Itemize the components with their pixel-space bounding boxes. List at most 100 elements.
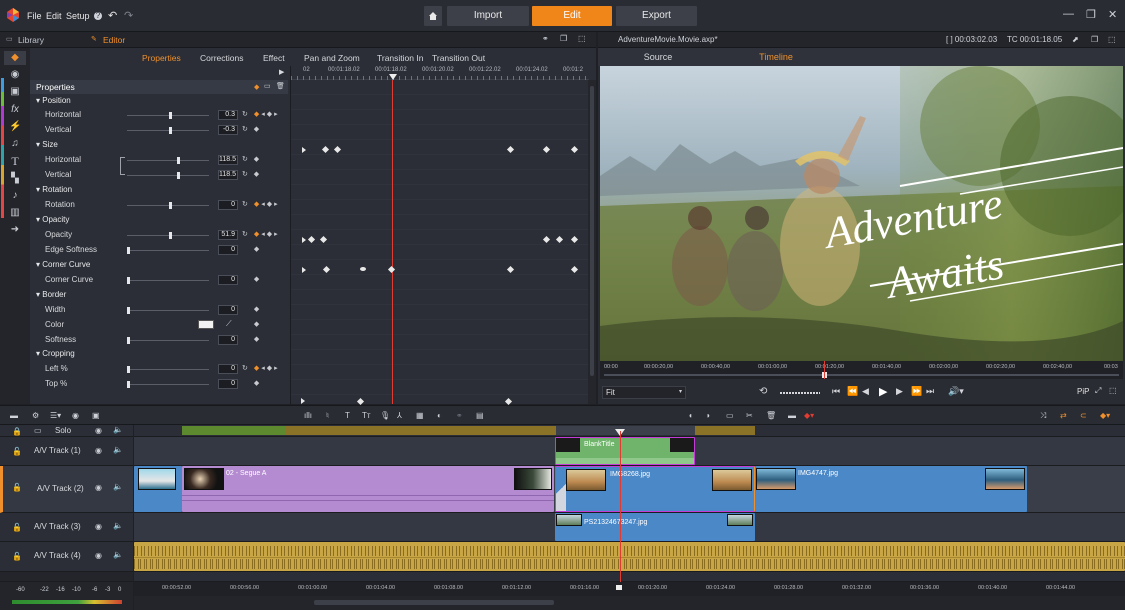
- solo-lane[interactable]: [134, 425, 1125, 437]
- step-forward-icon[interactable]: ▶: [896, 386, 903, 397]
- eyedropper-icon[interactable]: ⟋: [226, 319, 232, 329]
- keyframe-controls[interactable]: ↻ ◆: [242, 155, 261, 163]
- horizontal-slider[interactable]: [127, 112, 209, 119]
- visibility-icon[interactable]: ◉: [95, 483, 102, 492]
- title-icon[interactable]: T: [9, 155, 21, 167]
- add-keyframe-icon[interactable]: ◆: [254, 83, 259, 91]
- vertical-input[interactable]: -0.3: [218, 125, 238, 135]
- edit-button[interactable]: Edit: [532, 6, 612, 26]
- horizontal-input[interactable]: 0.3: [218, 110, 238, 120]
- marker-menu-icon[interactable]: ◆▾: [804, 411, 814, 420]
- marker-out-icon[interactable]: ◗: [706, 411, 711, 420]
- close-icon[interactable]: ✕: [1108, 8, 1117, 21]
- marker-in-icon[interactable]: ◖: [688, 411, 693, 420]
- width-input[interactable]: 0: [218, 305, 238, 315]
- vertical-slider[interactable]: [127, 127, 209, 134]
- clip-audio[interactable]: [134, 542, 1125, 571]
- motion-icon[interactable]: ➜: [9, 224, 21, 236]
- visibility-icon[interactable]: ◉: [95, 426, 102, 435]
- tl-ruler-handle[interactable]: [616, 585, 622, 590]
- clip-segue-a[interactable]: 02 - Segue A: [182, 466, 554, 512]
- speaker-icon[interactable]: 🔈: [113, 425, 123, 434]
- step-back-icon[interactable]: ◀: [862, 386, 869, 397]
- export-button[interactable]: Export: [616, 6, 697, 26]
- go-start-icon[interactable]: ⏮: [832, 386, 840, 397]
- visibility-icon[interactable]: ◉: [95, 446, 102, 455]
- export-frame-icon[interactable]: ⬈: [1072, 35, 1079, 44]
- keyframe-controls[interactable]: ↻ ◆◂◆▸: [242, 200, 280, 208]
- snap-icon[interactable]: ⤨: [1040, 411, 1046, 421]
- pip-button[interactable]: PiP: [1077, 387, 1089, 396]
- visibility-icon[interactable]: ◉: [95, 551, 102, 560]
- corner-curve-input[interactable]: 0: [218, 275, 238, 285]
- monitor-icon[interactable]: ▭: [34, 426, 42, 435]
- section-border[interactable]: ▾ Border: [30, 288, 288, 303]
- tab-effect[interactable]: Effect: [263, 53, 285, 63]
- keyframe-controls[interactable]: ◆: [242, 379, 261, 387]
- settings-icon[interactable]: ⚙: [32, 411, 39, 420]
- media-icon[interactable]: ◆: [9, 52, 21, 64]
- visibility-icon[interactable]: ◉: [95, 522, 102, 531]
- top-input[interactable]: 0: [218, 379, 238, 389]
- rotation-slider[interactable]: [127, 202, 209, 209]
- timeline-scrollbar[interactable]: [134, 596, 1125, 610]
- lock-icon[interactable]: 🔓: [12, 552, 22, 561]
- voiceover-icon[interactable]: ♮: [326, 411, 329, 420]
- tab-timeline[interactable]: Timeline: [716, 48, 836, 66]
- expand-right-icon[interactable]: ▶: [279, 68, 284, 76]
- delete-icon[interactable]: 🗑: [766, 411, 776, 420]
- speaker-icon[interactable]: 🔈: [113, 521, 123, 530]
- transition-icon[interactable]: ⚡: [9, 121, 21, 133]
- go-end-icon[interactable]: ⏭: [926, 386, 934, 397]
- panel-maximize-icon[interactable]: ⬚: [578, 34, 586, 43]
- range-marker-selected[interactable]: [556, 426, 696, 435]
- film-icon[interactable]: ▬: [788, 411, 796, 420]
- prev-frame-icon[interactable]: ⏪: [847, 386, 858, 397]
- opacity-slider[interactable]: [127, 232, 209, 239]
- section-corner-curve[interactable]: ▾ Corner Curve: [30, 258, 288, 273]
- video-preview[interactable]: Adventure Awaits: [600, 66, 1123, 361]
- safe-area-icon[interactable]: ⬚: [1109, 386, 1117, 395]
- play-icon[interactable]: ▶: [879, 385, 887, 398]
- tab-transition-in[interactable]: Transition In: [377, 53, 423, 63]
- multicam-icon[interactable]: ▦: [416, 411, 424, 420]
- import-button[interactable]: Import: [447, 6, 529, 26]
- panel-restore-icon[interactable]: ❐: [560, 34, 567, 43]
- speaker-icon[interactable]: 🔈: [113, 482, 123, 491]
- lock-icon[interactable]: 🔒: [12, 427, 22, 436]
- range-marker-green[interactable]: [182, 426, 286, 435]
- undo-icon[interactable]: ↶: [108, 9, 117, 22]
- tab-transition-out[interactable]: Transition Out: [432, 53, 485, 63]
- size-vertical-slider[interactable]: [127, 172, 209, 179]
- clip-ps21324673247[interactable]: PS21324673247.jpg: [555, 513, 755, 541]
- color-icon[interactable]: ◐: [437, 411, 442, 420]
- help-icon[interactable]: ?: [94, 12, 102, 20]
- keyframe-controls[interactable]: ◆: [242, 245, 261, 253]
- keyframe-controls[interactable]: ◆: [242, 320, 261, 328]
- clip-img4747[interactable]: IMG4747.jpg: [755, 466, 1027, 512]
- clip-icon[interactable]: ▣: [9, 86, 21, 98]
- left-input[interactable]: 0: [218, 364, 238, 374]
- picture-icon[interactable]: ▭: [264, 82, 271, 90]
- section-cropping[interactable]: ▾ Cropping: [30, 347, 288, 362]
- loop-icon[interactable]: ⟲: [759, 386, 767, 397]
- next-frame-icon[interactable]: ⏩: [911, 386, 922, 397]
- top-slider[interactable]: [127, 381, 209, 388]
- volume-icon[interactable]: 🔊▾: [948, 386, 964, 397]
- trash-icon[interactable]: 🗑: [276, 82, 285, 90]
- menu-setup[interactable]: Setup: [66, 11, 90, 21]
- edge-softness-slider[interactable]: [127, 247, 209, 254]
- rotation-input[interactable]: 0: [218, 200, 238, 210]
- home-button[interactable]: [424, 6, 442, 26]
- size-horizontal-input[interactable]: 118.5: [218, 155, 238, 165]
- title-text-icon[interactable]: Tт: [362, 411, 371, 420]
- split-icon[interactable]: ⅄: [397, 411, 402, 420]
- menu-edit[interactable]: Edit: [46, 11, 62, 21]
- properties-scrollbar[interactable]: [588, 80, 596, 404]
- magnet-icon[interactable]: ⊂: [1080, 411, 1087, 420]
- keyframe-start[interactable]: [301, 398, 305, 404]
- keyframe-controls[interactable]: ↻ ◆◂◆▸: [242, 364, 280, 372]
- section-opacity[interactable]: ▾ Opacity: [30, 213, 288, 228]
- track-3-lane[interactable]: PS21324673247.jpg: [134, 513, 1125, 542]
- section-size[interactable]: ▾ Size: [30, 138, 288, 153]
